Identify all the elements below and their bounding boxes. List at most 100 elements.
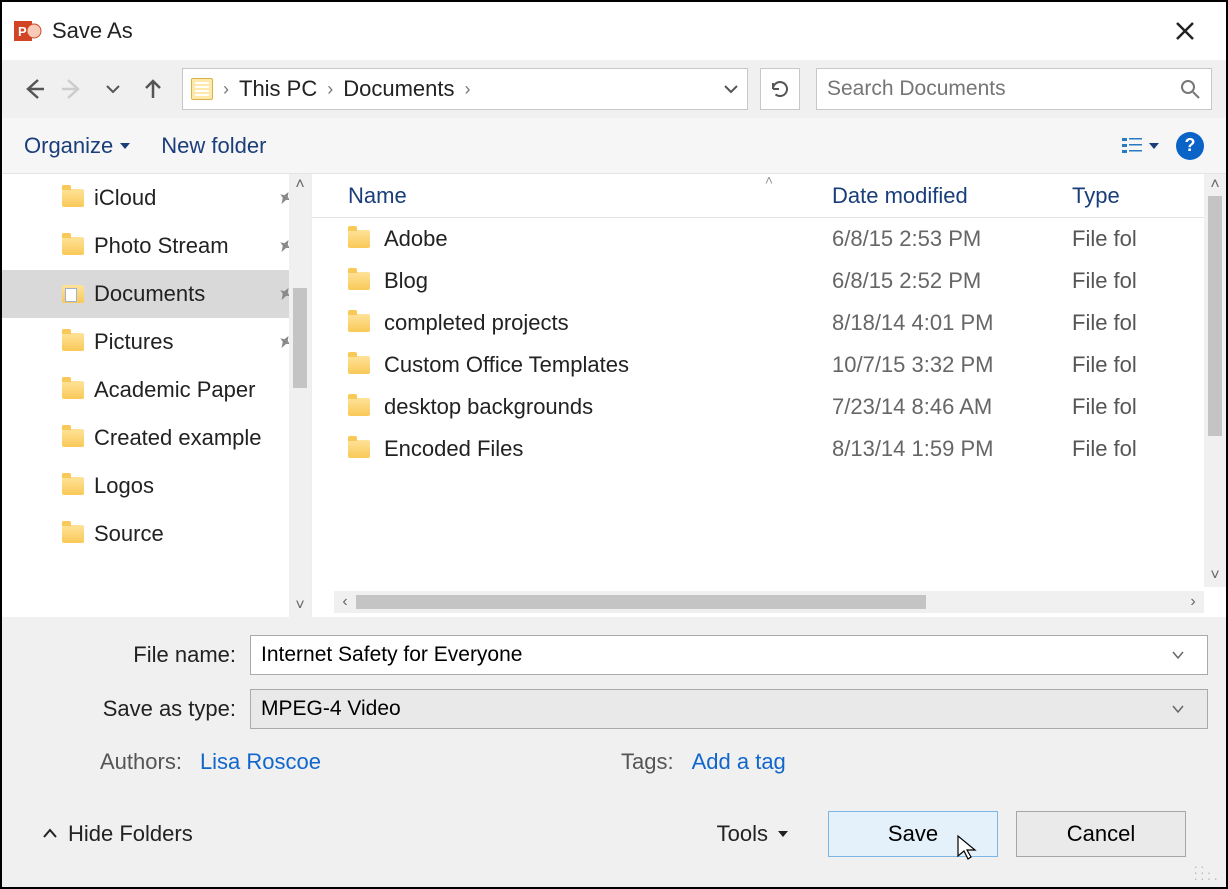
recent-locations-dropdown[interactable] bbox=[96, 72, 130, 106]
sidebar-item-label: Photo Stream bbox=[94, 233, 229, 259]
chevron-right-icon[interactable]: › bbox=[323, 79, 337, 100]
refresh-button[interactable] bbox=[760, 68, 800, 110]
scroll-right-icon[interactable]: › bbox=[1182, 591, 1204, 613]
scroll-left-icon[interactable]: ‹ bbox=[334, 591, 356, 613]
forward-button[interactable] bbox=[56, 72, 90, 106]
file-name: Encoded Files bbox=[384, 436, 523, 462]
file-name: Blog bbox=[384, 268, 428, 294]
scroll-up-icon[interactable]: ˄ bbox=[289, 174, 311, 196]
authors-label: Authors: bbox=[100, 749, 182, 775]
chevron-right-icon[interactable]: › bbox=[219, 79, 233, 100]
folder-icon bbox=[348, 356, 370, 374]
file-row[interactable]: completed projects8/18/14 4:01 PMFile fo… bbox=[312, 302, 1226, 344]
file-list[interactable]: Adobe6/8/15 2:53 PMFile folBlog6/8/15 2:… bbox=[312, 218, 1226, 617]
hide-folders-button[interactable]: Hide Folders bbox=[42, 821, 193, 847]
cancel-button[interactable]: Cancel bbox=[1016, 811, 1186, 857]
save-as-type-label: Save as type: bbox=[20, 696, 250, 722]
file-type: File fol bbox=[1072, 394, 1226, 420]
sidebar-item[interactable]: iCloud bbox=[2, 174, 311, 222]
search-input[interactable] bbox=[827, 77, 1179, 101]
sidebar-item[interactable]: Documents bbox=[2, 270, 311, 318]
search-box[interactable] bbox=[816, 68, 1212, 110]
folder-icon bbox=[62, 477, 84, 495]
folder-icon bbox=[348, 314, 370, 332]
back-button[interactable] bbox=[16, 72, 50, 106]
powerpoint-icon: P bbox=[14, 17, 42, 45]
folder-icon bbox=[348, 230, 370, 248]
bottom-panel: File name: Save as type: MPEG-4 Video Au… bbox=[2, 617, 1226, 887]
new-folder-button[interactable]: New folder bbox=[161, 133, 266, 159]
folder-icon bbox=[62, 525, 84, 543]
sidebar-item[interactable]: Pictures bbox=[2, 318, 311, 366]
sidebar-item[interactable]: Created example bbox=[2, 414, 311, 462]
sidebar-item-label: iCloud bbox=[94, 185, 156, 211]
save-as-dialog: P Save As › This PC › Documents › bbox=[0, 0, 1228, 889]
close-button[interactable] bbox=[1174, 20, 1214, 42]
search-icon[interactable] bbox=[1179, 78, 1201, 100]
scroll-up-icon[interactable]: ˄ bbox=[1204, 174, 1226, 196]
scrollbar-thumb[interactable] bbox=[356, 595, 926, 609]
chevron-right-icon[interactable]: › bbox=[461, 79, 475, 100]
column-date-modified[interactable]: Date modified bbox=[832, 183, 1072, 209]
sidebar-item-label: Source bbox=[94, 521, 164, 547]
column-type[interactable]: Type bbox=[1072, 183, 1226, 209]
tools-menu[interactable]: Tools bbox=[717, 821, 790, 847]
folder-icon bbox=[62, 429, 84, 447]
column-name[interactable]: Name bbox=[312, 183, 832, 209]
svg-text:P: P bbox=[18, 24, 27, 39]
file-name-combo[interactable] bbox=[250, 635, 1208, 675]
file-date: 6/8/15 2:53 PM bbox=[832, 226, 1072, 252]
sidebar-item[interactable]: Photo Stream bbox=[2, 222, 311, 270]
file-date: 8/18/14 4:01 PM bbox=[832, 310, 1072, 336]
scrollbar-thumb[interactable] bbox=[293, 288, 307, 388]
sidebar-item[interactable]: Source bbox=[2, 510, 311, 558]
file-type: File fol bbox=[1072, 226, 1226, 252]
save-as-type-combo[interactable]: MPEG-4 Video bbox=[250, 689, 1208, 729]
main-area: iCloud Photo Stream Documents Pictures Acade… bbox=[2, 174, 1226, 617]
save-button[interactable]: Save bbox=[828, 811, 998, 857]
view-options-button[interactable] bbox=[1120, 136, 1160, 156]
sidebar-item-label: Academic Paper bbox=[94, 377, 255, 403]
authors-value[interactable]: Lisa Roscoe bbox=[200, 749, 321, 775]
help-button[interactable]: ? bbox=[1176, 132, 1204, 160]
file-row[interactable]: Encoded Files8/13/14 1:59 PMFile fol bbox=[312, 428, 1226, 470]
list-horizontal-scrollbar[interactable]: ‹ › bbox=[334, 591, 1204, 613]
list-vertical-scrollbar[interactable]: ˄ ˅ bbox=[1204, 174, 1226, 587]
sidebar-scrollbar[interactable]: ˄ ˅ bbox=[289, 174, 311, 617]
dropdown-icon[interactable] bbox=[1171, 702, 1197, 716]
file-name-label: File name: bbox=[20, 642, 250, 668]
file-name: completed projects bbox=[384, 310, 569, 336]
column-headers: Name Date modified Type bbox=[312, 174, 1226, 218]
file-name: Custom Office Templates bbox=[384, 352, 629, 378]
scroll-down-icon[interactable]: ˅ bbox=[1204, 565, 1226, 587]
file-name-input[interactable] bbox=[261, 643, 1171, 667]
titlebar: P Save As bbox=[2, 2, 1226, 60]
sidebar-item[interactable]: Academic Paper bbox=[2, 366, 311, 414]
file-date: 10/7/15 3:32 PM bbox=[832, 352, 1072, 378]
location-icon bbox=[191, 78, 213, 100]
breadcrumb-current[interactable]: Documents bbox=[343, 76, 454, 102]
file-row[interactable]: Adobe 6/8/15 2:53 PMFile fol bbox=[312, 218, 1226, 260]
resize-grip-icon[interactable]: ········· bbox=[1193, 863, 1220, 881]
up-button[interactable] bbox=[136, 72, 170, 106]
breadcrumb-root[interactable]: This PC bbox=[239, 76, 317, 102]
file-name: Adobe bbox=[384, 226, 448, 252]
dropdown-icon[interactable] bbox=[1171, 648, 1197, 662]
cursor-icon bbox=[955, 834, 979, 862]
file-row[interactable]: Custom Office Templates10/7/15 3:32 PMFi… bbox=[312, 344, 1226, 386]
organize-menu[interactable]: Organize bbox=[24, 133, 131, 159]
folder-icon bbox=[62, 285, 84, 303]
tags-value[interactable]: Add a tag bbox=[692, 749, 786, 775]
file-date: 8/13/14 1:59 PM bbox=[832, 436, 1072, 462]
folder-icon bbox=[62, 237, 84, 255]
sidebar-item-label: Documents bbox=[94, 281, 205, 307]
file-row[interactable]: desktop backgrounds7/23/14 8:46 AMFile f… bbox=[312, 386, 1226, 428]
address-dropdown[interactable] bbox=[723, 81, 739, 97]
file-row[interactable]: Blog6/8/15 2:52 PMFile fol bbox=[312, 260, 1226, 302]
folder-icon bbox=[62, 333, 84, 351]
address-bar[interactable]: › This PC › Documents › bbox=[182, 68, 748, 110]
scrollbar-thumb[interactable] bbox=[1208, 196, 1222, 436]
tags-label: Tags: bbox=[621, 749, 674, 775]
sidebar-item[interactable]: Logos bbox=[2, 462, 311, 510]
scroll-down-icon[interactable]: ˅ bbox=[289, 595, 311, 617]
